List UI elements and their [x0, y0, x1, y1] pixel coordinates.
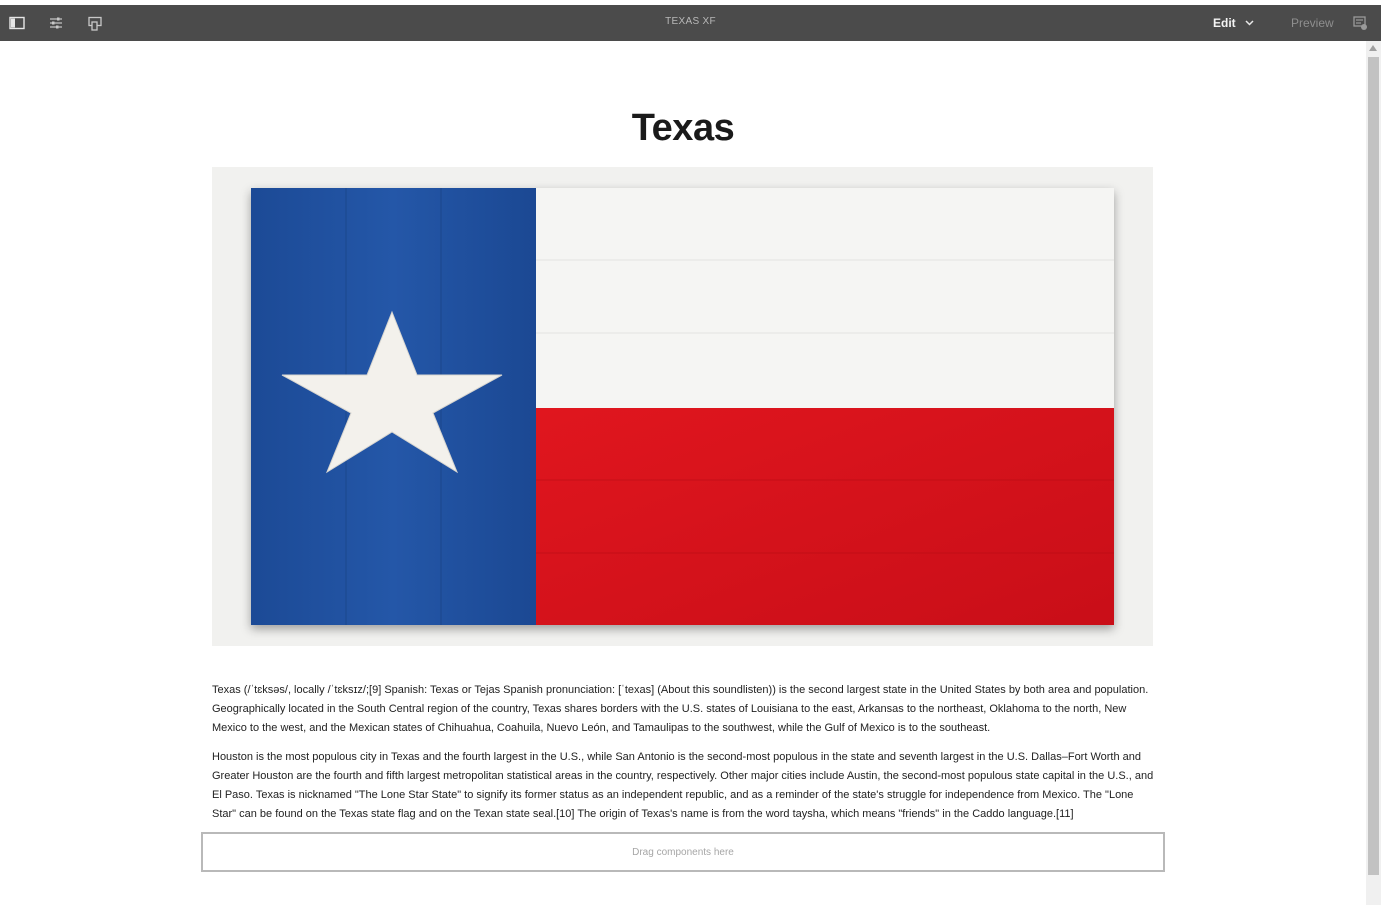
texas-flag-image[interactable] [212, 167, 1153, 646]
annotations-button[interactable] [1349, 12, 1371, 34]
edit-mode-label: Edit [1213, 16, 1236, 30]
preview-button[interactable]: Preview [1291, 16, 1334, 30]
page-heading[interactable]: Texas [0, 107, 1366, 150]
page-title-label: TEXAS XF [665, 16, 716, 27]
vertical-scrollbar[interactable] [1366, 41, 1381, 905]
chevron-down-icon [1245, 20, 1254, 26]
edit-mode-dropdown[interactable]: Edit [1213, 14, 1254, 32]
dropzone-label: Drag components here [632, 846, 734, 858]
body-paragraph-1[interactable]: Texas (/ˈtɛksəs/, locally /ˈtɛksɪz/;[9] … [212, 681, 1156, 738]
flag-white-stripe [536, 188, 1114, 408]
page-canvas: Texas Texas (/ˈtɛksəs/, locally /ˈtɛksɪz… [0, 41, 1366, 905]
editor-toolbar: TEXAS XF Edit Preview [0, 0, 1381, 41]
texas-flag-graphic [251, 188, 1114, 625]
component-dropzone[interactable]: Drag components here [201, 832, 1165, 872]
flag-red-stripe [536, 408, 1114, 625]
annotations-icon [1353, 16, 1367, 30]
scrollbar-thumb[interactable] [1368, 57, 1379, 875]
scroll-up-icon[interactable] [1369, 45, 1377, 51]
body-paragraph-2[interactable]: Houston is the most populous city in Tex… [212, 748, 1156, 824]
